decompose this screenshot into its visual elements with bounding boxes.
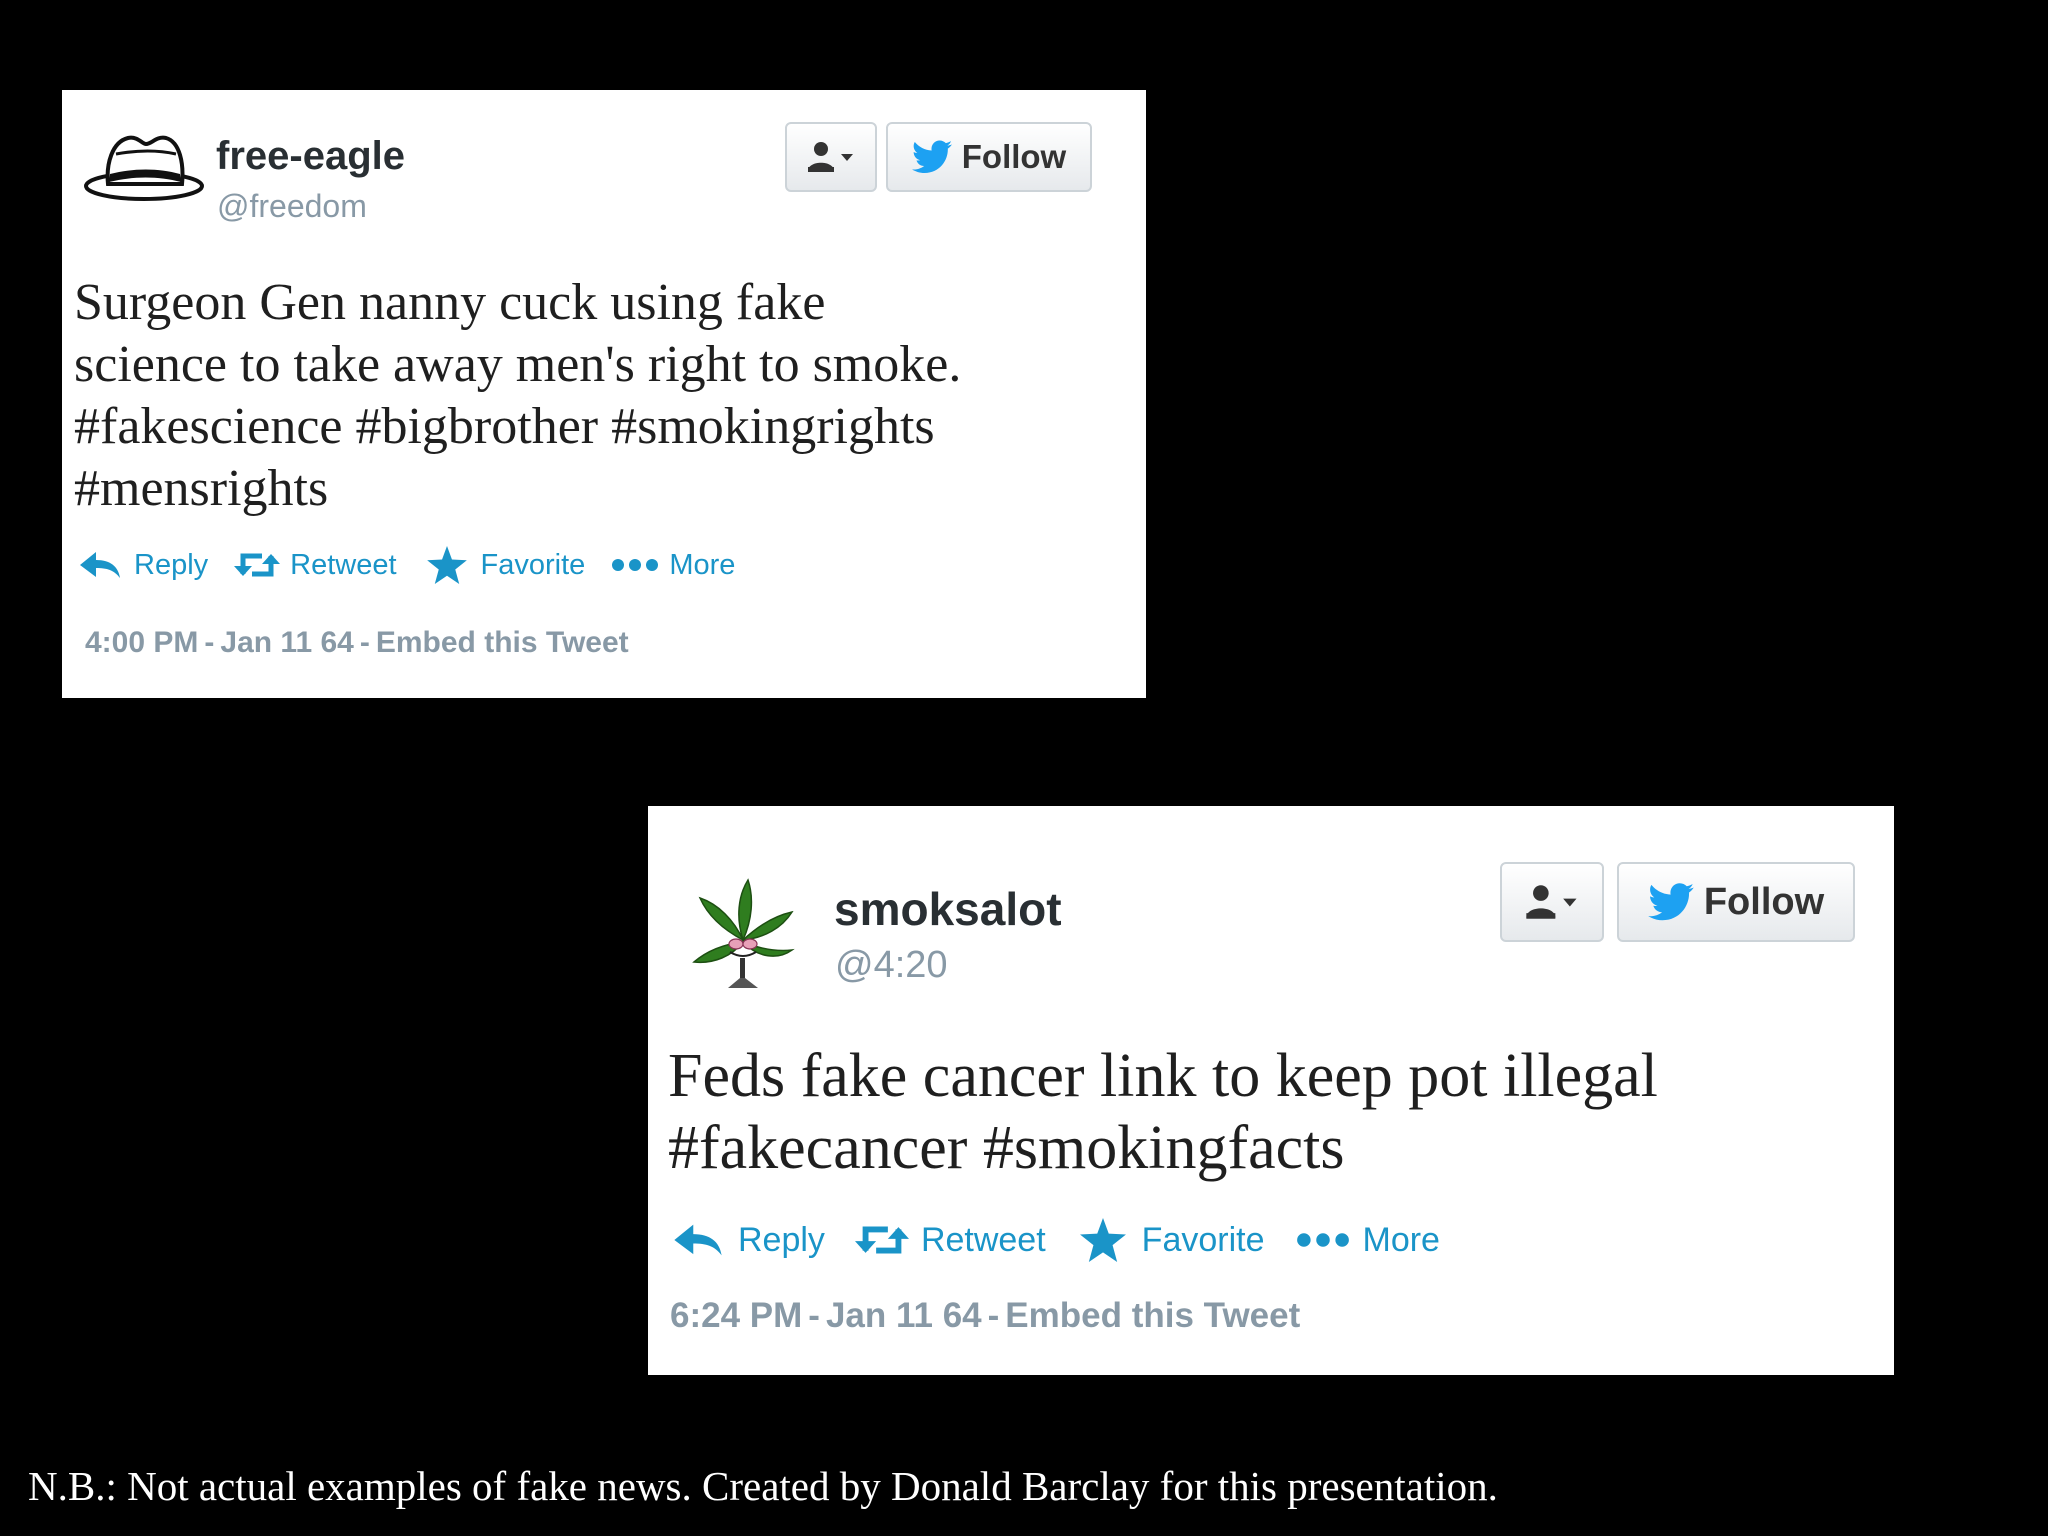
more-label: More [669, 548, 736, 581]
tweet-meta: 4:00 PM - Jan 11 64- Embed this Tweet [85, 626, 629, 659]
reply-button[interactable]: Reply [672, 1221, 825, 1260]
tweet-actions: Reply Retweet Favorite More [672, 1218, 1440, 1262]
tweet-card: free-eagle @freedom Follow Surgeon Gen n… [62, 90, 1146, 698]
tweet-meta: 6:24 PM - Jan 11 64- Embed this Tweet [670, 1296, 1301, 1335]
retweet-button[interactable]: Retweet [234, 548, 397, 582]
display-name[interactable]: free-eagle [216, 134, 405, 179]
follow-label: Follow [961, 138, 1067, 175]
follow-label: Follow [1703, 880, 1825, 923]
reply-arrow-icon [672, 1221, 724, 1259]
reply-arrow-icon [78, 549, 122, 581]
more-label: More [1362, 1220, 1440, 1259]
favorite-label: Favorite [1141, 1220, 1265, 1259]
user-handle[interactable]: @freedom [217, 188, 367, 225]
cannabis-leaf-icon[interactable] [688, 878, 798, 1001]
tweet-time[interactable]: 4:00 PM [85, 626, 198, 659]
display-name[interactable]: smoksalot [834, 882, 1062, 936]
star-icon [1079, 1218, 1126, 1262]
reply-label: Reply [738, 1220, 825, 1259]
follow-button[interactable]: Follow [886, 122, 1092, 192]
retweet-label: Retweet [290, 548, 397, 581]
favorite-label: Favorite [480, 548, 586, 581]
user-menu-button[interactable] [1500, 862, 1604, 942]
retweet-arrows-icon [854, 1222, 909, 1258]
ellipsis-icon [611, 557, 659, 573]
user-menu-button[interactable] [785, 122, 877, 192]
slide-caption: N.B.: Not actual examples of fake news. … [28, 1463, 1498, 1509]
embed-tweet-link[interactable]: Embed this Tweet [376, 626, 629, 659]
favorite-button[interactable]: Favorite [1079, 1218, 1265, 1262]
tweet-text: Feds fake cancer link to keep pot illega… [668, 1042, 1658, 1182]
tweet-date: Jan 11 64 [825, 1296, 982, 1335]
follow-button[interactable]: Follow [1617, 862, 1855, 942]
person-dropdown-icon [805, 140, 857, 174]
more-button[interactable]: More [611, 549, 735, 582]
favorite-button[interactable]: Favorite [426, 546, 586, 584]
embed-tweet-link[interactable]: Embed this Tweet [1005, 1296, 1300, 1335]
tweet-card: smoksalot @4:20 Follow Feds fake cancer … [648, 806, 1894, 1375]
twitter-bird-icon [1648, 883, 1694, 921]
more-button[interactable]: More [1295, 1221, 1440, 1260]
retweet-arrows-icon [234, 550, 281, 580]
tweet-actions: Reply Retweet Favorite More [78, 546, 735, 584]
tweet-date: Jan 11 64 [220, 626, 354, 659]
fedora-hat-icon[interactable] [82, 132, 206, 211]
reply-label: Reply [134, 548, 209, 581]
star-icon [426, 546, 467, 584]
ellipsis-icon [1295, 1231, 1351, 1249]
tweet-time[interactable]: 6:24 PM [670, 1296, 802, 1335]
person-dropdown-icon [1523, 883, 1581, 921]
tweet-text: Surgeon Gen nanny cuck using fake scienc… [74, 274, 962, 517]
user-handle[interactable]: @4:20 [835, 944, 948, 987]
reply-button[interactable]: Reply [78, 549, 208, 582]
twitter-bird-icon [911, 140, 952, 174]
retweet-label: Retweet [920, 1220, 1046, 1259]
retweet-button[interactable]: Retweet [854, 1220, 1046, 1260]
